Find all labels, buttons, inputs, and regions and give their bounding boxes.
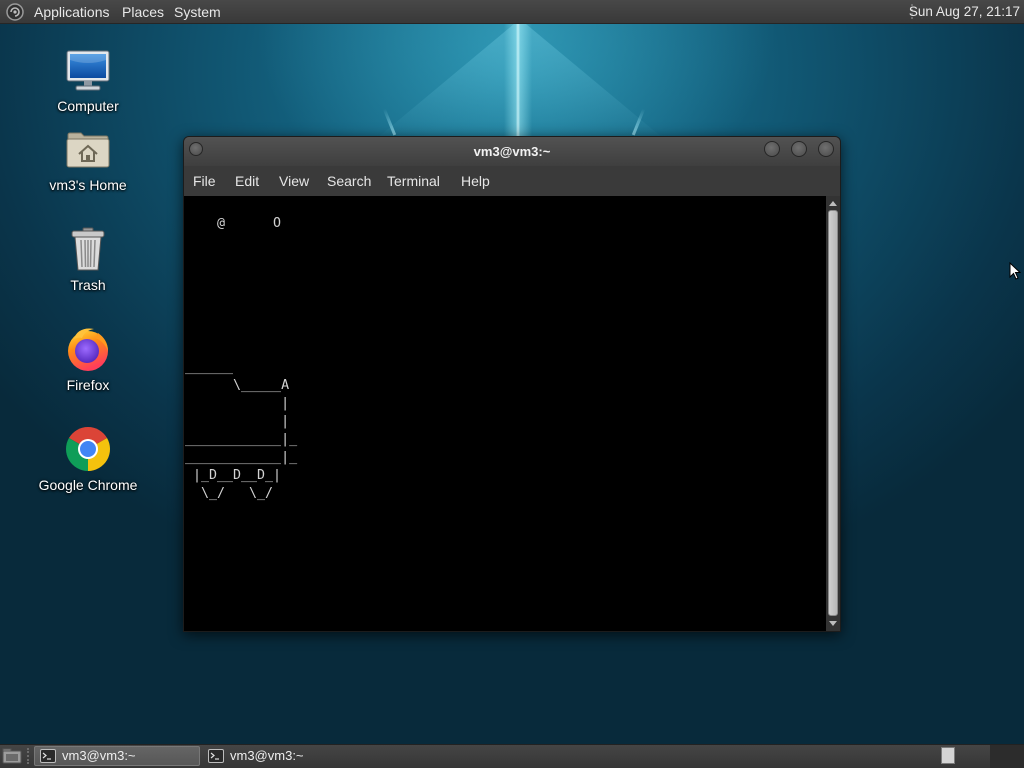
menu-edit[interactable]: Edit — [235, 166, 259, 196]
scroll-up-arrow-icon[interactable] — [829, 201, 837, 206]
taskbar-item-label: vm3@vm3:~ — [230, 748, 304, 763]
menu-help[interactable]: Help — [461, 166, 490, 196]
scroll-down-arrow-icon[interactable] — [829, 621, 837, 626]
taskbar-item[interactable]: vm3@vm3:~ — [34, 746, 200, 766]
panel-handle — [27, 748, 29, 764]
desktop-icon-computer[interactable]: Computer — [28, 46, 148, 114]
terminal-scrollbar[interactable] — [826, 196, 840, 631]
places-menu[interactable]: Places — [122, 0, 164, 24]
desktop-icon-trash[interactable]: Trash — [28, 225, 148, 293]
top-panel: Applications Places System Sun Aug 27, 2… — [0, 0, 1024, 24]
menu-search[interactable]: Search — [327, 166, 371, 196]
menu-terminal[interactable]: Terminal — [387, 166, 440, 196]
terminal-line: @ O — [185, 216, 282, 231]
terminal-window: vm3@vm3:~ File Edit View Search Terminal… — [183, 136, 841, 632]
terminal-menubar: File Edit View Search Terminal Help — [184, 166, 840, 196]
minimize-button[interactable] — [764, 141, 780, 157]
window-titlebar[interactable]: vm3@vm3:~ — [184, 137, 840, 166]
terminal-icon — [40, 749, 56, 763]
bottom-panel: vm3@vm3:~ vm3@vm3:~ — [0, 744, 1024, 768]
terminal-line: | — [185, 396, 290, 411]
terminal-output[interactable]: @ O ______ \_____A | | ____________|_ __… — [184, 196, 826, 631]
wallpaper-light-beam — [504, 24, 532, 136]
desktop-icon-label: Computer — [57, 98, 119, 114]
scrollbar-thumb[interactable] — [828, 210, 838, 616]
chrome-icon — [66, 427, 110, 471]
desktop-icon-firefox[interactable]: Firefox — [28, 325, 148, 393]
terminal-line: |_D__D__D_| — [185, 468, 282, 483]
system-menu[interactable]: System — [174, 0, 221, 24]
terminal-line: | — [185, 414, 290, 429]
taskbar-item[interactable]: vm3@vm3:~ — [202, 746, 368, 766]
taskbar-item-label: vm3@vm3:~ — [62, 748, 136, 763]
terminal-line: \_____A — [185, 378, 290, 393]
desktop-icon-label: vm3's Home — [49, 177, 127, 193]
desktop-icon-chrome[interactable]: Google Chrome — [28, 425, 148, 493]
terminal-line: ____________|_ — [185, 432, 298, 447]
maximize-button[interactable] — [791, 141, 807, 157]
home-folder-icon — [66, 132, 110, 168]
desktop-icon-label: Google Chrome — [38, 477, 138, 493]
terminal-icon — [208, 749, 224, 763]
menu-file[interactable]: File — [193, 166, 216, 196]
firefox-icon — [68, 328, 108, 371]
terminal-line: ______ — [185, 360, 234, 375]
workspace-1[interactable] — [941, 747, 955, 764]
workspace-2[interactable] — [990, 745, 1024, 768]
mouse-cursor-icon — [1009, 262, 1021, 280]
menu-view[interactable]: View — [279, 166, 309, 196]
terminal-line: \_/ \_/ — [185, 486, 274, 501]
window-title: vm3@vm3:~ — [473, 144, 551, 159]
trash-icon — [71, 227, 105, 271]
terminal-line: ____________|_ — [185, 450, 298, 465]
computer-icon — [66, 50, 110, 91]
close-button[interactable] — [818, 141, 834, 157]
applications-menu[interactable]: Applications — [34, 0, 110, 24]
desktop-icon-home[interactable]: vm3's Home — [28, 125, 148, 193]
distro-logo-icon[interactable] — [6, 3, 24, 21]
desktop-icon-label: Firefox — [66, 377, 110, 393]
clock[interactable]: Sun Aug 27, 21:17 — [909, 0, 1020, 24]
show-desktop-icon[interactable] — [2, 747, 22, 765]
desktop-icon-label: Trash — [70, 277, 106, 293]
